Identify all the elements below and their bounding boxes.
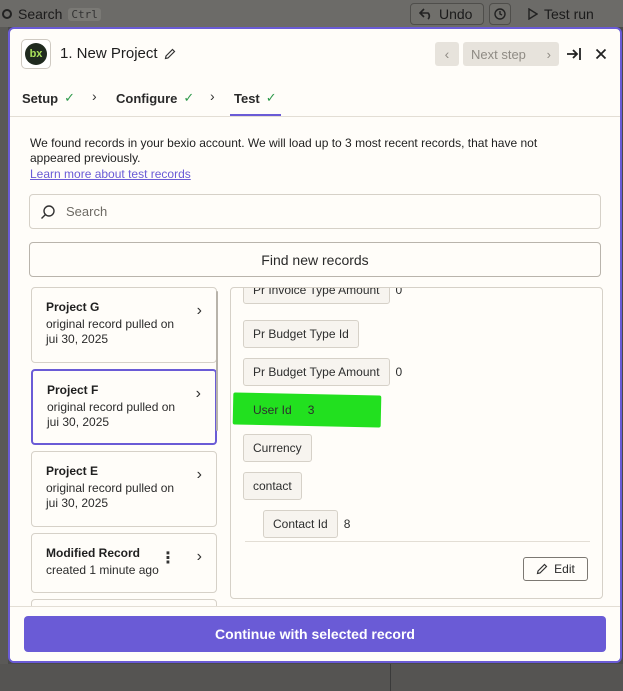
- test-run-label: Test run: [544, 6, 594, 22]
- check-icon: ✓: [265, 90, 277, 105]
- history-icon: [494, 8, 506, 20]
- record-list-scrollbar[interactable]: [216, 291, 218, 431]
- chevron-right-icon: ›: [210, 88, 215, 104]
- tab-test[interactable]: Test ✓: [234, 90, 277, 106]
- step-tabs: Setup ✓ › Configure ✓ › Test ✓: [10, 79, 620, 117]
- search-icon: [41, 204, 55, 219]
- record-detail-panel: Pr Invoice Type Amount 0 Pr Budget Type …: [230, 287, 603, 599]
- chevron-right-icon: ›: [196, 466, 202, 483]
- check-icon: ✓: [183, 90, 195, 105]
- record-list: Project G original record pulled on jui …: [29, 287, 219, 606]
- record-item-project-f[interactable]: Project F original record pulled on jui …: [31, 369, 217, 445]
- history-button[interactable]: [489, 3, 511, 25]
- play-icon: [528, 8, 538, 20]
- field-contact-id: Contact Id 8: [263, 510, 350, 538]
- pencil-icon[interactable]: [164, 48, 176, 60]
- field-pr-budget-type-amount: Pr Budget Type Amount 0: [243, 358, 402, 386]
- step-title-text: 1. New Project: [60, 45, 158, 62]
- modal-footer: Continue with selected record: [10, 606, 620, 661]
- learn-more-link[interactable]: Learn more about test records: [30, 167, 191, 182]
- more-options-icon[interactable]: ⋮: [160, 548, 176, 568]
- edit-button[interactable]: Edit: [523, 557, 588, 581]
- edit-label: Edit: [554, 562, 575, 576]
- undo-label: Undo: [439, 6, 473, 22]
- field-pr-budget-type-id: Pr Budget Type Id: [243, 320, 365, 348]
- next-step-button[interactable]: Next step ›: [463, 42, 559, 66]
- close-icon: [595, 48, 607, 60]
- record-item-project-e[interactable]: Project E original record pulled on jui …: [31, 451, 217, 527]
- test-step-modal: bx 1. New Project ‹ Next step › Setup ✓ …: [8, 27, 622, 663]
- undo-button[interactable]: Undo: [410, 3, 484, 25]
- background-toolbar: Search Ctrl Undo Test run: [0, 0, 623, 27]
- next-step-label: Next step: [471, 46, 526, 62]
- bexio-app-logo: bx: [21, 39, 51, 69]
- chevron-right-icon: ›: [92, 88, 97, 104]
- chevron-right-icon: ›: [546, 46, 551, 62]
- background-canvas: [0, 27, 8, 691]
- continue-button[interactable]: Continue with selected record: [24, 616, 606, 652]
- info-message: We found records in your bexio account. …: [30, 136, 538, 182]
- background-search-label: Search: [18, 6, 63, 22]
- field-contact: contact: [243, 472, 308, 500]
- check-icon: ✓: [64, 90, 76, 105]
- find-new-records-button[interactable]: Find new records: [29, 242, 601, 277]
- chevron-left-icon: ‹: [444, 46, 450, 62]
- background-search[interactable]: Search Ctrl: [0, 6, 101, 22]
- test-content: We found records in your bexio account. …: [10, 118, 620, 606]
- step-title[interactable]: 1. New Project: [60, 45, 176, 62]
- record-search[interactable]: [29, 194, 601, 229]
- active-tab-indicator: [230, 114, 281, 116]
- modal-header: bx 1. New Project ‹ Next step ›: [10, 29, 620, 79]
- field-user-id: User Id 3: [253, 403, 315, 417]
- test-run-button[interactable]: Test run: [520, 3, 620, 25]
- previous-step-button[interactable]: ‹: [435, 42, 459, 66]
- search-icon: [2, 9, 12, 19]
- record-item-partial[interactable]: [31, 599, 217, 606]
- chevron-right-icon: ›: [196, 302, 202, 319]
- field-currency: Currency: [243, 434, 318, 462]
- record-item-modified[interactable]: Modified Record created 1 minute ago ⋮ ›: [31, 533, 217, 593]
- undo-icon: [419, 8, 431, 20]
- record-item-project-g[interactable]: Project G original record pulled on jui …: [31, 287, 217, 363]
- close-button[interactable]: [589, 42, 613, 66]
- chevron-right-icon: ›: [195, 385, 201, 402]
- arrow-to-right-icon: [567, 48, 581, 60]
- chevron-right-icon: ›: [196, 548, 202, 565]
- search-input[interactable]: [66, 204, 566, 219]
- pencil-icon: [536, 563, 548, 575]
- tab-setup[interactable]: Setup ✓: [22, 90, 75, 106]
- field-pr-invoice-type-amount: Pr Invoice Type Amount 0: [243, 288, 402, 304]
- shortcut-badge: Ctrl: [68, 7, 101, 21]
- divider: [245, 541, 590, 542]
- tab-configure[interactable]: Configure ✓: [116, 90, 194, 106]
- collapse-panel-button[interactable]: [562, 42, 586, 66]
- background-footer: [0, 664, 623, 691]
